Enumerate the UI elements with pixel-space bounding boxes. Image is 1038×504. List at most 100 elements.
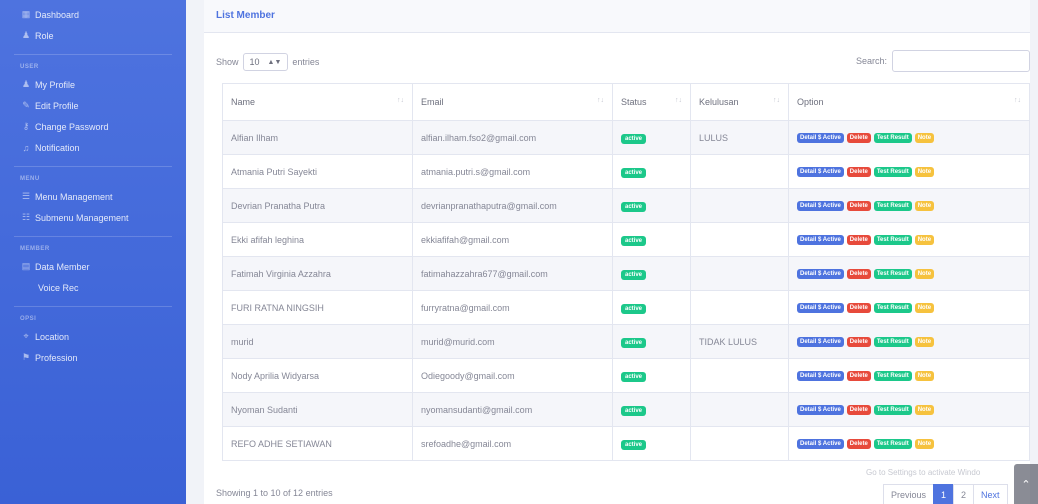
note-button[interactable]: Note — [914, 166, 935, 177]
cell-name: Devrian Pranatha Putra — [222, 188, 413, 223]
sidebar-top-group: ▦ Dashboard ♟ Role — [0, 4, 186, 46]
delete-button[interactable]: Delete — [846, 404, 871, 415]
delete-button[interactable]: Delete — [846, 234, 871, 245]
column-header-email[interactable]: Email ↑↓ — [412, 83, 613, 121]
delete-button[interactable]: Delete — [846, 370, 871, 381]
detail-active-button[interactable]: Detail $ Active — [797, 132, 844, 143]
sidebar-item-notification[interactable]: ♫ Notification — [0, 137, 186, 158]
test-result-button[interactable]: Test Result — [873, 336, 912, 347]
table-body: Alfian Ilham alfian.ilham.fso2@gmail.com a… — [222, 120, 1030, 461]
note-button[interactable]: Note — [914, 132, 935, 143]
sidebar-item-edit-profile[interactable]: ✎ Edit Profile — [0, 95, 186, 116]
detail-active-button[interactable]: Detail $ Active — [797, 234, 844, 245]
search-input[interactable] — [892, 50, 1030, 72]
member-table: Name ↑↓ Email ↑↓ Status ↑↓ Kelulusan ↑↓ Opti… — [222, 83, 1030, 461]
pagination-previous[interactable]: Previous — [883, 484, 935, 504]
cell-name: REFO ADHE SETIAWAN — [222, 426, 413, 461]
sidebar-item-label: My Profile — [35, 79, 76, 90]
column-header-label: Kelulusan — [699, 97, 739, 107]
sidebar-item-dashboard[interactable]: ▦ Dashboard — [0, 4, 186, 25]
table-row: Devrian Pranatha Putra devrianpranathaput… — [222, 188, 1030, 223]
test-result-button[interactable]: Test Result — [873, 268, 912, 279]
user-icon: ♟ — [21, 30, 31, 40]
sidebar-item-location[interactable]: ⌖ Location — [0, 326, 186, 347]
column-header-status[interactable]: Status ↑↓ — [612, 83, 691, 121]
cell-option: Detail $ Active Delete Test Result Note — [788, 256, 1030, 291]
sidebar-item-data-member[interactable]: ▤ Data Member — [0, 256, 186, 277]
data-member-icon: ▤ — [21, 261, 31, 271]
test-result-button[interactable]: Test Result — [873, 166, 912, 177]
detail-active-button[interactable]: Detail $ Active — [797, 166, 844, 177]
delete-button[interactable]: Delete — [846, 200, 871, 211]
pagination: Previous 1 2 Next — [883, 484, 1008, 504]
cell-status: active — [612, 290, 691, 325]
sidebar-item-voice-rec[interactable]: Voice Rec — [0, 277, 186, 298]
note-button[interactable]: Note — [914, 302, 935, 313]
test-result-button[interactable]: Test Result — [873, 132, 912, 143]
column-header-name[interactable]: Name ↑↓ — [222, 83, 413, 121]
detail-active-button[interactable]: Detail $ Active — [797, 404, 844, 415]
status-badge: active — [621, 167, 647, 178]
note-button[interactable]: Note — [914, 438, 935, 449]
cell-option: Detail $ Active Delete Test Result Note — [788, 154, 1030, 189]
table-row: FURI RATNA NINGSIH furryratna@gmail.com ac… — [222, 290, 1030, 325]
status-badge: active — [621, 235, 647, 246]
cell-kelulusan: TIDAK LULUS — [690, 324, 789, 359]
table-row: Atmania Putri Sayekti atmania.putri.s@gma… — [222, 154, 1030, 189]
detail-active-button[interactable]: Detail $ Active — [797, 370, 844, 381]
sidebar-item-menu-management[interactable]: ☰ Menu Management — [0, 186, 186, 207]
delete-button[interactable]: Delete — [846, 438, 871, 449]
cell-email: furryratna@gmail.com — [412, 290, 613, 325]
sidebar-item-label: Menu Management — [35, 191, 113, 202]
test-result-button[interactable]: Test Result — [873, 370, 912, 381]
pagination-page-1[interactable]: 1 — [933, 484, 955, 504]
scroll-to-top-button[interactable]: ⌃ — [1014, 464, 1038, 504]
delete-button[interactable]: Delete — [846, 268, 871, 279]
cell-status: active — [612, 222, 691, 257]
entries-select[interactable]: 10 ▲▼ — [242, 53, 289, 71]
sidebar-item-change-password[interactable]: ⚷ Change Password — [0, 116, 186, 137]
delete-button[interactable]: Delete — [846, 132, 871, 143]
note-button[interactable]: Note — [914, 268, 935, 279]
column-header-kelulusan[interactable]: Kelulusan ↑↓ — [690, 83, 789, 121]
menu-icon: ☰ — [21, 191, 31, 201]
detail-active-button[interactable]: Detail $ Active — [797, 336, 844, 347]
sidebar-item-submenu-management[interactable]: ☷ Submenu Management — [0, 207, 186, 228]
sidebar-divider — [14, 236, 172, 237]
pagination-next[interactable]: Next — [973, 484, 1008, 504]
cell-kelulusan — [690, 256, 789, 291]
detail-active-button[interactable]: Detail $ Active — [797, 268, 844, 279]
column-header-option[interactable]: Option ↑↓ — [788, 83, 1030, 121]
cell-status: active — [612, 256, 691, 291]
test-result-button[interactable]: Test Result — [873, 404, 912, 415]
table-row: Nody Aprilia Widyarsa Odiegoody@gmail.com… — [222, 358, 1030, 393]
note-button[interactable]: Note — [914, 404, 935, 415]
test-result-button[interactable]: Test Result — [873, 302, 912, 313]
delete-button[interactable]: Delete — [846, 166, 871, 177]
detail-active-button[interactable]: Detail $ Active — [797, 200, 844, 211]
detail-active-button[interactable]: Detail $ Active — [797, 302, 844, 313]
sidebar-item-my-profile[interactable]: ♟ My Profile — [0, 74, 186, 95]
note-button[interactable]: Note — [914, 336, 935, 347]
user-icon: ♟ — [21, 79, 31, 89]
cell-status: active — [612, 392, 691, 427]
status-badge: active — [621, 133, 647, 144]
test-result-button[interactable]: Test Result — [873, 438, 912, 449]
pagination-page-2[interactable]: 2 — [953, 484, 975, 504]
cell-email: fatimahazzahra677@gmail.com — [412, 256, 613, 291]
profession-icon: ⚑ — [21, 352, 31, 362]
note-button[interactable]: Note — [914, 200, 935, 211]
card-header: List Member — [204, 0, 1030, 33]
cell-name: FURI RATNA NINGSIH — [222, 290, 413, 325]
detail-active-button[interactable]: Detail $ Active — [797, 438, 844, 449]
note-button[interactable]: Note — [914, 370, 935, 381]
cell-option: Detail $ Active Delete Test Result Note — [788, 290, 1030, 325]
delete-button[interactable]: Delete — [846, 302, 871, 313]
test-result-button[interactable]: Test Result — [873, 200, 912, 211]
delete-button[interactable]: Delete — [846, 336, 871, 347]
test-result-button[interactable]: Test Result — [873, 234, 912, 245]
sidebar-item-role[interactable]: ♟ Role — [0, 25, 186, 46]
note-button[interactable]: Note — [914, 234, 935, 245]
sidebar-item-profession[interactable]: ⚑ Profession — [0, 347, 186, 368]
sidebar-heading-user: USER — [20, 64, 39, 70]
